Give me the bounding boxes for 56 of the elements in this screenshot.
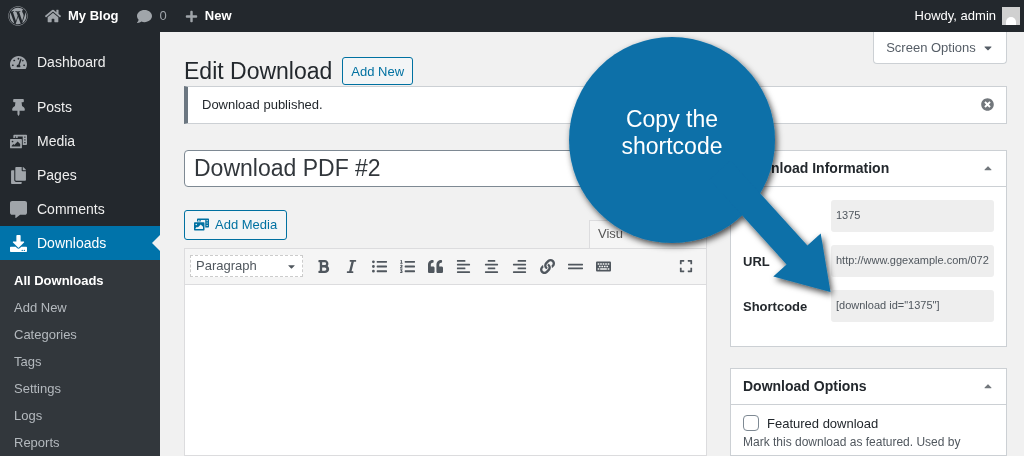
readonly-field[interactable]: http://www.ggexample.com/072 <box>831 244 994 277</box>
download-icon <box>10 234 27 252</box>
pin-icon <box>10 99 27 117</box>
new-link[interactable]: New <box>204 6 232 26</box>
submenu-item[interactable]: Reports <box>0 428 160 456</box>
readonly-field[interactable]: 1375 <box>831 199 994 232</box>
comment-icon[interactable] <box>136 8 152 24</box>
submenu-item[interactable]: All Downloads <box>0 266 160 294</box>
align-right-icon[interactable] <box>512 258 527 274</box>
submenu-item[interactable]: Tags <box>0 347 160 375</box>
checkbox-label: Featured download <box>767 414 879 433</box>
greeting-link[interactable]: Howdy, admin <box>914 6 996 26</box>
submenu-item[interactable]: Add New <box>0 293 160 321</box>
box-title: Download Options <box>743 376 867 396</box>
format-select[interactable]: Paragraph <box>190 255 303 277</box>
screen-options-tab[interactable]: Screen Options <box>873 32 1007 64</box>
add-media-button[interactable]: Add Media <box>184 209 288 240</box>
sidebar-item[interactable]: Posts <box>0 90 160 125</box>
box-title: nload Information <box>771 158 890 178</box>
current-indicator <box>152 235 160 252</box>
field-label: URL <box>743 253 770 269</box>
comment-icon <box>10 200 27 218</box>
sidebar-item[interactable]: Downloads <box>0 226 160 260</box>
pages-icon <box>10 166 27 184</box>
page-title: Edit Download <box>184 57 333 86</box>
media-icon <box>194 217 209 232</box>
field-label: Shortcode <box>743 298 808 314</box>
option-description: Mark this download as featured. Used by <box>742 434 962 451</box>
add-new-button[interactable]: Add New <box>342 57 414 86</box>
bullet-list-icon[interactable] <box>372 258 387 274</box>
align-center-icon[interactable] <box>484 258 499 274</box>
sidebar-item[interactable]: Pages <box>0 158 160 193</box>
readonly-field[interactable]: [download id="1375"] <box>831 289 994 322</box>
wordpress-logo-icon[interactable] <box>8 6 28 26</box>
dismiss-icon[interactable] <box>981 98 994 111</box>
media-icon <box>10 133 27 151</box>
gauge-icon <box>10 54 27 72</box>
align-left-icon[interactable] <box>456 258 471 274</box>
fullscreen-icon[interactable] <box>679 259 693 273</box>
numbered-list-icon[interactable] <box>400 258 415 274</box>
sidebar-item[interactable]: Dashboard <box>0 46 160 80</box>
sidebar-item[interactable]: Media <box>0 124 160 159</box>
plus-icon[interactable] <box>184 9 198 23</box>
submenu-item[interactable]: Categories <box>0 320 160 348</box>
sidebar-item[interactable]: Comments <box>0 192 160 227</box>
site-name-link[interactable]: My Blog <box>68 6 119 26</box>
italic-icon[interactable] <box>344 258 359 274</box>
link-icon[interactable] <box>540 258 555 274</box>
quote-icon[interactable] <box>428 258 443 274</box>
submenu-item[interactable]: Logs <box>0 401 160 429</box>
featured-checkbox[interactable] <box>743 415 759 432</box>
comment-count[interactable]: 0 <box>159 6 167 26</box>
notice-text: Download published. <box>202 95 323 114</box>
bold-icon[interactable] <box>316 258 331 274</box>
home-icon[interactable] <box>45 8 61 24</box>
submenu-item[interactable]: Settings <box>0 374 160 402</box>
